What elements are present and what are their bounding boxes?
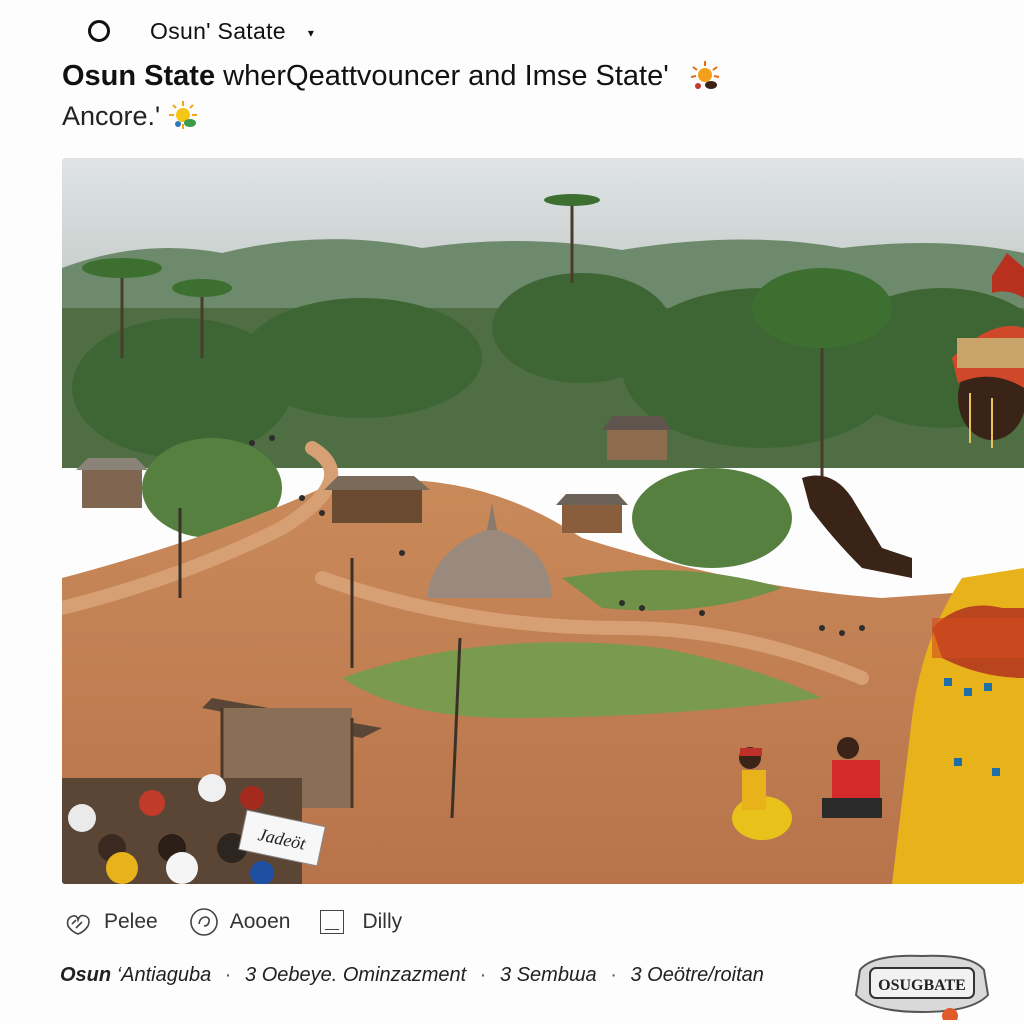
headline-line2: Ancore.' bbox=[62, 100, 161, 131]
headline-rest: wherQeattvouncer and Imse State' bbox=[215, 60, 669, 92]
share-button[interactable]: Aooen bbox=[188, 906, 291, 938]
save-icon bbox=[320, 910, 345, 934]
village-scene-illustration: Jadeöt bbox=[62, 158, 1024, 884]
sun-icon bbox=[169, 101, 198, 129]
save-button[interactable]: Dilly bbox=[320, 910, 402, 934]
post-headline-line2: Ancore.' bbox=[62, 98, 202, 134]
like-icon bbox=[66, 914, 90, 935]
account-name[interactable]: Osun' Satate bbox=[150, 18, 286, 45]
share-icon bbox=[189, 908, 218, 936]
footer-brand[interactable]: Osun bbox=[60, 964, 111, 986]
footer-separator: · bbox=[479, 964, 487, 986]
save-label: Dilly bbox=[362, 910, 403, 933]
footer-part-2: 3 Oebeye. Ominzazment bbox=[245, 964, 467, 986]
stamp-badge: OSUGBATE bbox=[854, 954, 990, 1020]
account-bar: Osun' Satate ▾ bbox=[88, 14, 314, 48]
like-label: Pelee bbox=[104, 910, 158, 933]
footer-part-4: 3 Oeötre/roitan bbox=[630, 964, 764, 986]
footer-part-1: ‘Antiaguba bbox=[116, 964, 212, 986]
post-headline: Osun State wherQeattvouncer and Imse Sta… bbox=[62, 58, 962, 95]
post-photo[interactable]: Jadeöt bbox=[62, 158, 1024, 884]
footer-separator: · bbox=[224, 964, 232, 986]
headline-bold: Osun State bbox=[62, 60, 216, 92]
footer-separator: · bbox=[610, 964, 617, 986]
festive-mask-icon bbox=[690, 61, 720, 90]
footer-part-3: 3 Sembша bbox=[500, 964, 597, 986]
post-actions: Pelee Aooen Dilly bbox=[62, 906, 432, 938]
like-button[interactable]: Pelee bbox=[62, 906, 158, 938]
chevron-down-icon[interactable]: ▾ bbox=[308, 26, 314, 40]
share-label: Aooen bbox=[229, 910, 291, 933]
stamp-text: OSUGBATE bbox=[878, 977, 966, 994]
profile-ring-icon[interactable] bbox=[88, 20, 110, 47]
post-footer: Osun ‘Antiaguba · 3 Oebeye. Ominzazment … bbox=[60, 964, 764, 987]
